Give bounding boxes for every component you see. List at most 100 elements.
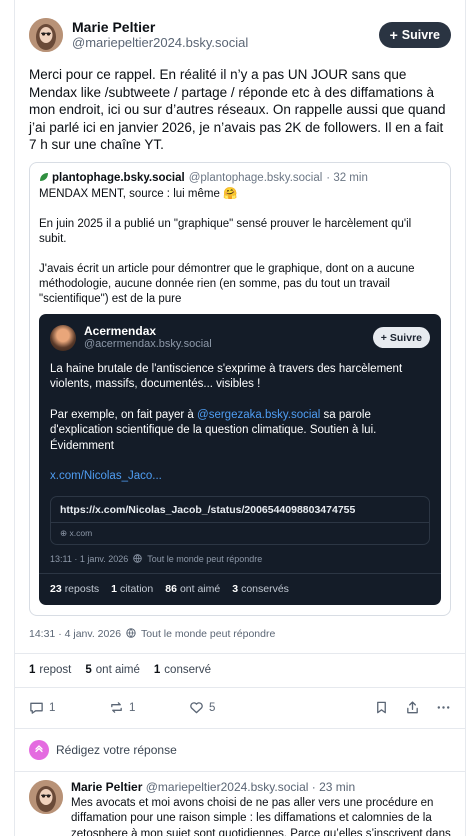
like-label: ont aimé [95,663,140,676]
more-options-button[interactable] [436,700,451,715]
link-card[interactable]: https://x.com/Nicolas_Jacob_/status/2006… [50,495,430,545]
more-icon [437,706,450,709]
embedded-post[interactable]: Acermendax @acermendax.bsky.social + Sui… [39,313,441,605]
like-stat[interactable]: 5 ont aimé [85,664,140,676]
plus-icon: + [380,331,387,344]
embed-author-name[interactable]: Acermendax [84,324,212,338]
thread-column: Marie Peltier @mariepeltier2024.bsky.soc… [14,0,466,836]
link-card-domain-text: x.com [69,527,93,538]
embed-reposts-count: 23 [50,582,62,595]
embed-author-names[interactable]: Acermendax @acermendax.bsky.social [84,324,212,351]
repost-stat[interactable]: 1 repost [29,664,71,676]
embed-follow-label: Suivre [389,331,422,344]
embed-likes-stat[interactable]: 86 ont aimé [165,583,220,595]
main-post: Marie Peltier @mariepeltier2024.bsky.soc… [15,0,465,836]
globe-icon [126,627,136,641]
heart-icon [190,702,203,714]
embed-saved-count: 3 [232,582,239,595]
repost-count: 1 [29,663,36,676]
reply-icon [30,702,43,714]
quote-author-name[interactable]: plantophage.bsky.social [52,172,185,184]
post-text: Merci pour ce rappel. En réalité il n’y … [29,67,446,152]
quote-text: MENDAX MENT, source : lui même 🤗 En juin… [39,187,441,307]
bookmark-icon [377,701,386,714]
quote-paragraph: J'avais écrit un article pour démontrer … [39,262,415,305]
embed-likes-label: ont aimé [179,582,221,595]
quote-author-handle[interactable]: @plantophage.bsky.social [189,172,323,184]
follow-label: Suivre [401,28,440,42]
composer-prompt[interactable]: Rédigez votre réponse [56,743,177,757]
author-names[interactable]: Marie Peltier @mariepeltier2024.bsky.soc… [72,19,248,51]
embed-text: La haine brutale de l'antiscience s'expr… [50,362,430,485]
like-action-count: 5 [209,701,216,714]
plus-icon: + [389,27,398,43]
reply-author-handle[interactable]: @mariepeltier2024.bsky.social [146,780,309,794]
embed-citation-stat[interactable]: 1 citation [111,583,153,595]
reply-count: 1 [49,701,56,714]
globe-icon [133,553,142,565]
external-link[interactable]: x.com/Nicolas_Jaco... [50,469,430,485]
embed-meta: 13:11 · 1 janv. 2026 Tout le monde peut … [50,553,430,565]
reply-body: Marie Peltier @mariepeltier2024.bsky.soc… [71,780,451,836]
author-display-name[interactable]: Marie Peltier [72,19,248,35]
author-handle[interactable]: @mariepeltier2024.bsky.social [72,35,248,51]
saved-label: conservé [164,663,211,676]
share-button[interactable] [405,700,420,715]
reply-button[interactable]: 1 [29,700,109,715]
embed-saved-stat[interactable]: 3 conservés [232,583,289,595]
composer-avatar-icon [29,739,49,760]
repost-action-count: 1 [129,701,136,714]
quote-paragraph: MENDAX MENT, source : lui même 🤗 [39,187,238,200]
post-header: Marie Peltier @mariepeltier2024.bsky.soc… [29,16,451,54]
embed-citation-label: citation [119,582,154,595]
embed-divider [39,572,441,574]
repost-label: repost [39,663,72,676]
action-bar: 1 1 5 [29,688,451,728]
share-icon [407,701,418,714]
quote-time: · 32 min [326,172,368,184]
mention-link[interactable]: @sergezaka.bsky.social [197,409,320,421]
avatar[interactable] [29,18,63,52]
saved-stat[interactable]: 1 conservé [154,664,211,676]
embed-paragraph: Par exemple, on fait payer à @sergezaka.… [50,408,430,455]
embed-paragraph: La haine brutale de l'antiscience s'expr… [50,362,403,391]
follow-button[interactable]: + Suivre [378,22,451,48]
embed-avatar[interactable] [50,324,76,351]
repost-icon [111,702,122,713]
globe-icon: ⊕ [60,527,68,538]
quote-header: plantophage.bsky.social @plantophage.bsk… [39,172,441,185]
link-card-divider [51,521,429,523]
embed-citation-count: 1 [111,582,117,595]
like-count: 5 [85,663,92,676]
post-timestamp[interactable]: 14:31 · 4 janv. 2026 [29,628,121,640]
embed-follow-button[interactable]: + Suivre [372,327,430,348]
embed-likes-count: 86 [165,582,177,595]
post-stats: 1 repost 5 ont aimé 1 conservé [29,654,451,687]
post-reply-setting: Tout le monde peut répondre [141,628,276,640]
reply-composer[interactable]: Rédigez votre réponse [29,729,451,771]
reply-author-name[interactable]: Marie Peltier [71,780,142,794]
leaf-icon [39,172,49,185]
reply-time: · 23 min [311,779,356,794]
embed-reposts-label: reposts [64,582,100,595]
embed-reposts-stat[interactable]: 23 reposts [50,583,99,595]
saved-count: 1 [153,663,161,676]
quote-paragraph: En juin 2025 il a publié un "graphique" … [39,217,412,245]
embed-saved-label: conservés [241,582,289,595]
avatar[interactable] [29,779,63,814]
quoted-post[interactable]: plantophage.bsky.social @plantophage.bsk… [29,161,451,616]
link-card-url: https://x.com/Nicolas_Jacob_/status/2006… [60,503,356,516]
bookmark-button[interactable] [374,700,389,715]
reply-post[interactable]: Marie Peltier @mariepeltier2024.bsky.soc… [29,772,451,836]
embed-header: Acermendax @acermendax.bsky.social + Sui… [50,323,430,353]
link-card-domain: ⊕ x.com [60,528,420,539]
embed-text-part: Par exemple, on fait payer à [50,408,198,421]
repost-button[interactable]: 1 [109,700,189,715]
embed-timestamp[interactable]: 13:11 · 1 janv. 2026 [50,554,128,564]
reply-header: Marie Peltier @mariepeltier2024.bsky.soc… [71,780,451,794]
embed-author-handle[interactable]: @acermendax.bsky.social [84,338,212,351]
post-meta: 14:31 · 4 janv. 2026 Tout le monde peut … [29,627,451,641]
embed-stats: 23 reposts 1 citation 86 ont aimé 3 conservé… [50,583,430,595]
reply-text: Mes avocats et moi avons choisi de ne pa… [71,796,451,836]
like-button[interactable]: 5 [189,700,269,715]
